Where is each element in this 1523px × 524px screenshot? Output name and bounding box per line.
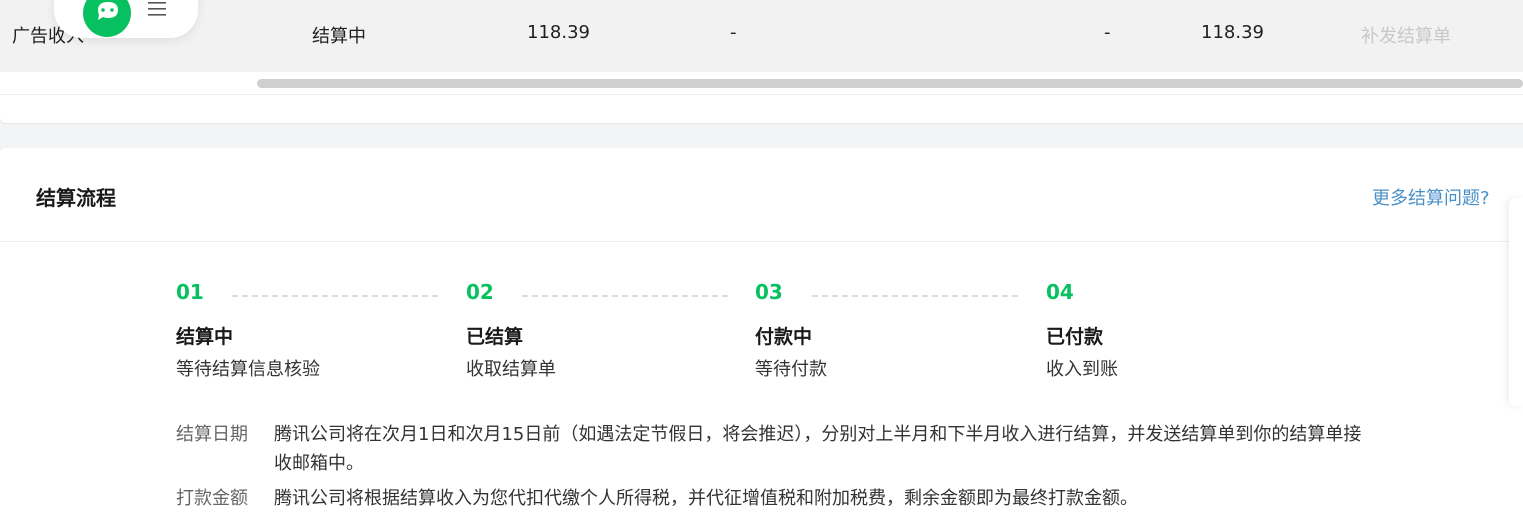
- settlement-notes: 结算日期 腾讯公司将在次月1日和次月15日前（如遇法定节假日，将会推迟），分别对…: [176, 420, 1376, 519]
- cell-final-amount: 118.39: [1201, 22, 1264, 43]
- step-number: 02: [466, 280, 494, 304]
- note-label: 结算日期: [176, 424, 248, 445]
- reissue-statement-button[interactable]: 补发结算单: [1361, 22, 1451, 48]
- card-title: 结算流程: [36, 186, 116, 210]
- step-description: 等待付款: [755, 359, 827, 380]
- note-text: 腾讯公司将根据结算收入为您代扣代缴个人所得税，并代征增值税和附加税费，剩余金额即…: [274, 488, 1138, 509]
- side-panel[interactable]: [1509, 198, 1523, 406]
- note-payment-amount: 打款金额 腾讯公司将根据结算收入为您代扣代缴个人所得税，并代征增值税和附加税费，…: [176, 484, 1376, 513]
- step-connector: [522, 295, 728, 297]
- note-label: 打款金额: [176, 488, 248, 509]
- table-row: 广告收入 结算中 118.39 - - 118.39 补发结算单: [0, 0, 1523, 72]
- wechat-chat-icon[interactable]: [82, 0, 132, 38]
- step-connector: [812, 295, 1018, 297]
- step-4: 04 已付款 收入到账: [1046, 278, 1326, 381]
- step-number: 01: [176, 280, 204, 304]
- more-questions-link[interactable]: 更多结算问题?: [1372, 184, 1490, 210]
- page: 广告收入 结算中 118.39 - - 118.39 补发结算单 结算流程 更多…: [0, 0, 1523, 524]
- step-number: 03: [755, 280, 783, 304]
- menu-icon[interactable]: [148, 2, 166, 16]
- step-2: 02 已结算 收取结算单: [466, 278, 746, 381]
- cell-status: 结算中: [312, 26, 366, 47]
- step-description: 等待结算信息核验: [176, 359, 320, 380]
- step-title: 已结算: [466, 326, 524, 348]
- step-1: 01 结算中 等待结算信息核验: [176, 278, 456, 381]
- settlement-process-card: 结算流程 更多结算问题? 01 结算中 等待结算信息核验 02 已结算 收取结算…: [0, 148, 1523, 524]
- cell-column-5: -: [1104, 22, 1111, 43]
- card-header: 结算流程 更多结算问题?: [0, 148, 1523, 242]
- note-settlement-date: 结算日期 腾讯公司将在次月1日和次月15日前（如遇法定节假日，将会推迟），分别对…: [176, 420, 1376, 478]
- chat-widget[interactable]: [54, 0, 198, 38]
- note-text: 腾讯公司将在次月1日和次月15日前（如遇法定节假日，将会推迟），分别对上半月和下…: [274, 424, 1362, 474]
- step-description: 收入到账: [1046, 359, 1118, 380]
- income-table-card: 广告收入 结算中 118.39 - - 118.39 补发结算单: [0, 0, 1523, 123]
- step-title: 已付款: [1046, 326, 1104, 348]
- step-title: 付款中: [755, 326, 813, 348]
- horizontal-scrollbar[interactable]: [0, 74, 1523, 95]
- step-description: 收取结算单: [466, 359, 556, 380]
- cell-column-4: -: [730, 22, 737, 43]
- cell-amount: 118.39: [527, 22, 590, 43]
- process-steps: 01 结算中 等待结算信息核验 02 已结算 收取结算单 03 付款中 等待付款…: [0, 278, 1523, 388]
- horizontal-scrollbar-thumb[interactable]: [257, 79, 1523, 88]
- step-title: 结算中: [176, 326, 234, 348]
- step-3: 03 付款中 等待付款: [755, 278, 1035, 381]
- step-number: 04: [1046, 280, 1074, 304]
- step-connector: [232, 295, 438, 297]
